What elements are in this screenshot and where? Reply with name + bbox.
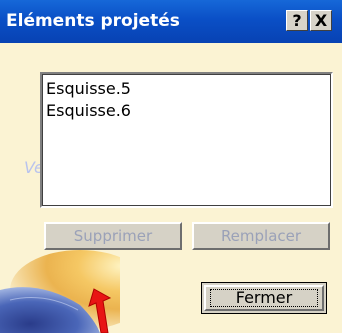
red-arrow-icon [88,288,112,333]
close-dialog-button[interactable]: Fermer [201,282,327,314]
projected-elements-list[interactable]: Esquisse.5 Esquisse.6 [40,72,333,208]
delete-button[interactable]: Supprimer [44,222,182,250]
dialog-title: Eléments projetés [6,11,180,31]
help-button[interactable]: ? [286,10,308,31]
title-bar[interactable]: Eléments projetés ? X [0,0,342,43]
replace-button[interactable]: Remplacer [192,222,330,250]
list-item[interactable]: Esquisse.5 [46,78,327,100]
list-item[interactable]: Esquisse.6 [46,100,327,122]
close-button[interactable]: X [310,10,332,31]
close-dialog-label: Fermer [235,288,293,307]
projected-elements-dialog: Eléments projetés ? X Ve Esquisse.5 Esqu… [0,0,342,333]
